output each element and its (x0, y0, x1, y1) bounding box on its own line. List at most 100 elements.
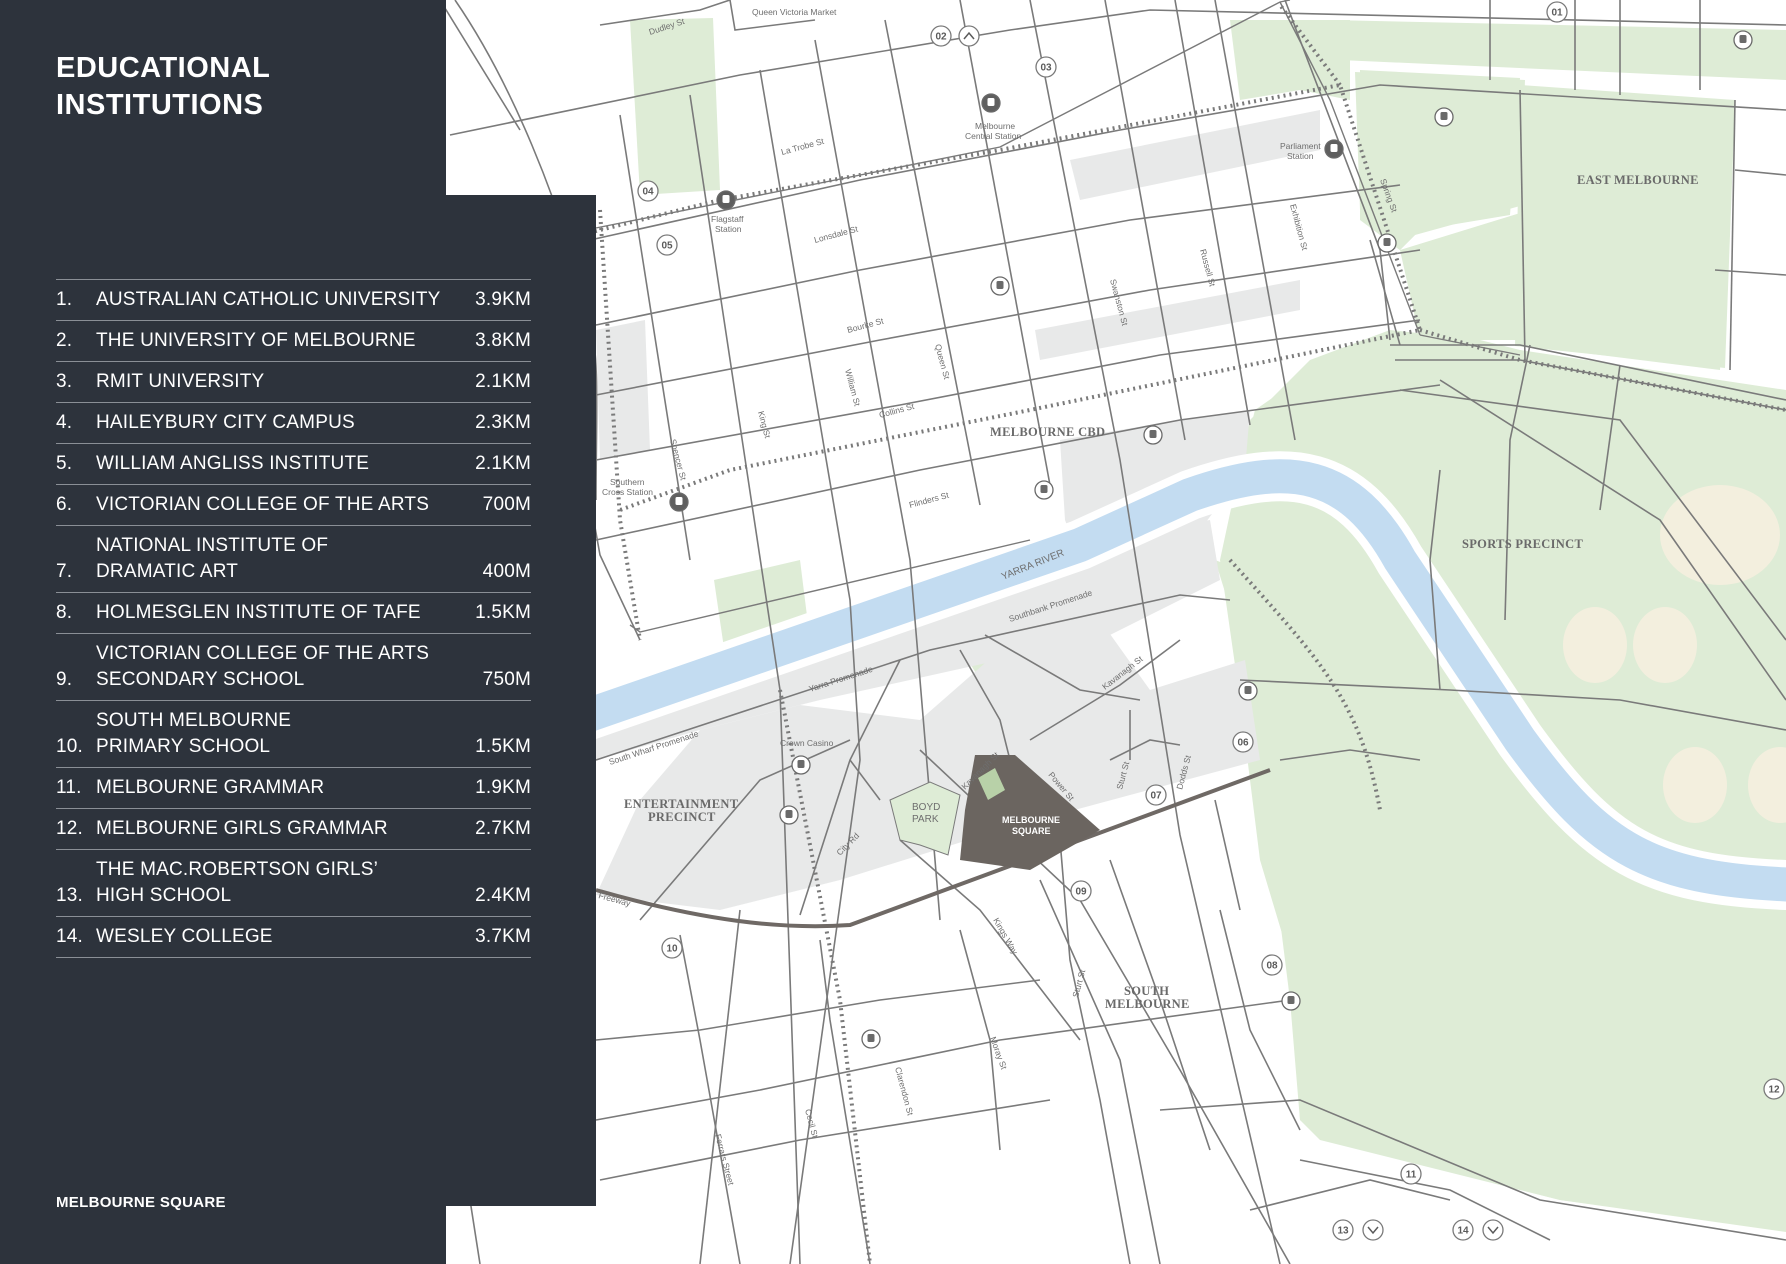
institution-distance: 3.7KM (475, 926, 531, 947)
train-icon (981, 93, 1001, 113)
institution-number: 2. (56, 330, 73, 351)
chevron-down-icon[interactable] (1482, 1219, 1504, 1241)
label-ent-2: PRECINCT (648, 810, 716, 824)
institution-number: 3. (56, 371, 73, 392)
st-qvm: Queen Victoria Market (752, 7, 837, 17)
institution-number: 5. (56, 453, 73, 474)
institution-distance: 400M (482, 561, 531, 582)
institution-name: VICTORIAN COLLEGE OF THE ARTS (96, 494, 430, 515)
marker-label: 01 (1551, 8, 1563, 19)
institution-name: VICTORIAN COLLEGE OF THE ARTS SECONDARY … (96, 643, 430, 690)
label-ms-1: MELBOURNE (1002, 815, 1060, 825)
marker-12[interactable]: 12 (1763, 1078, 1785, 1100)
marker-10[interactable]: 10 (661, 937, 683, 959)
institution-list: 1. AUSTRALIAN CATHOLIC UNIVERSITY 3.9KM 2. T… (56, 279, 531, 958)
institution-number: 14. (56, 926, 84, 947)
chevron-down-icon[interactable] (1362, 1219, 1384, 1241)
institution-item: 8. HOLMESGLEN INSTITUTE OF TAFE 1.5KM (56, 593, 531, 634)
institution-number: 6. (56, 494, 73, 515)
institution-name: HOLMESGLEN INSTITUTE OF TAFE (96, 602, 421, 623)
marker-09[interactable]: 09 (1070, 880, 1092, 902)
institution-distance: 2.1KM (475, 453, 531, 474)
train-icon (1324, 139, 1344, 159)
institution-distance: 1.9KM (475, 777, 531, 798)
institution-item: 7. NATIONAL INSTITUTE OF DRAMATIC ART 400M (56, 526, 531, 593)
marker-05[interactable]: 05 (656, 234, 678, 256)
institution-name: MELBOURNE GRAMMAR (96, 777, 325, 798)
institution-number: 12. (56, 818, 84, 839)
train-icon (1034, 480, 1054, 500)
marker-04[interactable]: 04 (637, 180, 659, 202)
institution-number: 4. (56, 412, 73, 433)
label-ms-2: SQUARE (1012, 826, 1051, 836)
institution-number: 13. (56, 885, 84, 906)
label-sm-1: SOUTH (1124, 984, 1169, 998)
institution-name: WILLIAM ANGLISS INSTITUTE (96, 453, 370, 474)
marker-label: 09 (1075, 887, 1087, 898)
institution-name: WESLEY COLLEGE (96, 926, 273, 947)
institution-item: 4. HAILEYBURY CITY CAMPUS 2.3KM (56, 403, 531, 444)
marker-label: 04 (642, 187, 654, 198)
train-icon (1434, 107, 1454, 127)
east-melbourne-park (1515, 90, 1735, 368)
marker-06[interactable]: 06 (1232, 731, 1254, 753)
marker-label: 11 (1406, 1170, 1417, 1181)
label-east: EAST MELBOURNE (1577, 173, 1699, 187)
institution-name: THE UNIVERSITY OF MELBOURNE (96, 330, 416, 351)
institution-distance: 2.4KM (475, 885, 531, 906)
label-bp-2: PARK (912, 814, 939, 825)
stn-southern-1: Southern (610, 477, 645, 487)
institution-distance: 3.8KM (475, 330, 531, 351)
train-icon (716, 190, 736, 210)
institution-number: 9. (56, 669, 73, 690)
institution-distance: 3.9KM (475, 289, 531, 310)
institution-distance: 1.5KM (475, 602, 531, 623)
label-sm-2: MELBOURNE (1105, 997, 1190, 1011)
marker-01[interactable]: 01 (1546, 1, 1568, 23)
footer-brand: MELBOURNE SQUARE (56, 1194, 226, 1211)
train-icon (669, 492, 689, 512)
institution-name: SOUTH MELBOURNE PRIMARY SCHOOL (96, 710, 292, 757)
institution-name: MELBOURNE GIRLS GRAMMAR (96, 818, 388, 839)
institution-item: 11. MELBOURNE GRAMMAR 1.9KM (56, 768, 531, 809)
page-title: EDUCATIONAL INSTITUTIONS (56, 52, 271, 121)
train-icon (1733, 30, 1753, 50)
institution-item: 2. THE UNIVERSITY OF MELBOURNE 3.8KM (56, 321, 531, 362)
marker-11[interactable]: 11 (1400, 1163, 1422, 1185)
stn-central-1: Melbourne (975, 121, 1015, 131)
marker-label: 10 (666, 944, 678, 955)
institution-distance: 2.7KM (475, 818, 531, 839)
institution-item: 12. MELBOURNE GIRLS GRAMMAR 2.7KM (56, 809, 531, 850)
institution-number: 1. (56, 289, 73, 310)
institution-item: 10. SOUTH MELBOURNE PRIMARY SCHOOL 1.5KM (56, 701, 531, 768)
marker-02[interactable]: 02 (930, 25, 952, 47)
institution-distance: 2.1KM (475, 371, 531, 392)
institution-item: 6. VICTORIAN COLLEGE OF THE ARTS 700M (56, 485, 531, 526)
marker-07[interactable]: 07 (1145, 784, 1167, 806)
label-cbd: MELBOURNE CBD (990, 425, 1105, 439)
marker-label: 05 (661, 241, 673, 252)
train-icon (990, 276, 1010, 296)
institution-number: 7. (56, 561, 73, 582)
institution-distance: 1.5KM (475, 736, 531, 757)
marker-08[interactable]: 08 (1261, 954, 1283, 976)
marker-label: 03 (1040, 63, 1052, 74)
institution-distance: 2.3KM (475, 412, 531, 433)
marker-13[interactable]: 13 (1332, 1219, 1354, 1241)
casino-icon (791, 755, 811, 775)
stn-central-2: Central Station (965, 131, 1021, 141)
chevron-up-icon[interactable] (958, 25, 980, 47)
institution-name: NATIONAL INSTITUTE OF DRAMATIC ART (96, 535, 329, 582)
marker-14[interactable]: 14 (1452, 1219, 1474, 1241)
institution-item: 3. RMIT UNIVERSITY 2.1KM (56, 362, 531, 403)
train-icon (1377, 233, 1397, 253)
stn-flagstaff-2: Station (715, 224, 742, 234)
train-icon (861, 1029, 881, 1049)
marker-03[interactable]: 03 (1035, 56, 1057, 78)
institution-number: 8. (56, 602, 73, 623)
stn-southern-2: Cross Station (602, 487, 653, 497)
institution-number: 11. (56, 777, 82, 798)
label-ent-1: ENTERTAINMENT (624, 797, 739, 811)
stn-parliament-1: Parliament (1280, 141, 1321, 151)
marker-label: 13 (1337, 1226, 1349, 1237)
